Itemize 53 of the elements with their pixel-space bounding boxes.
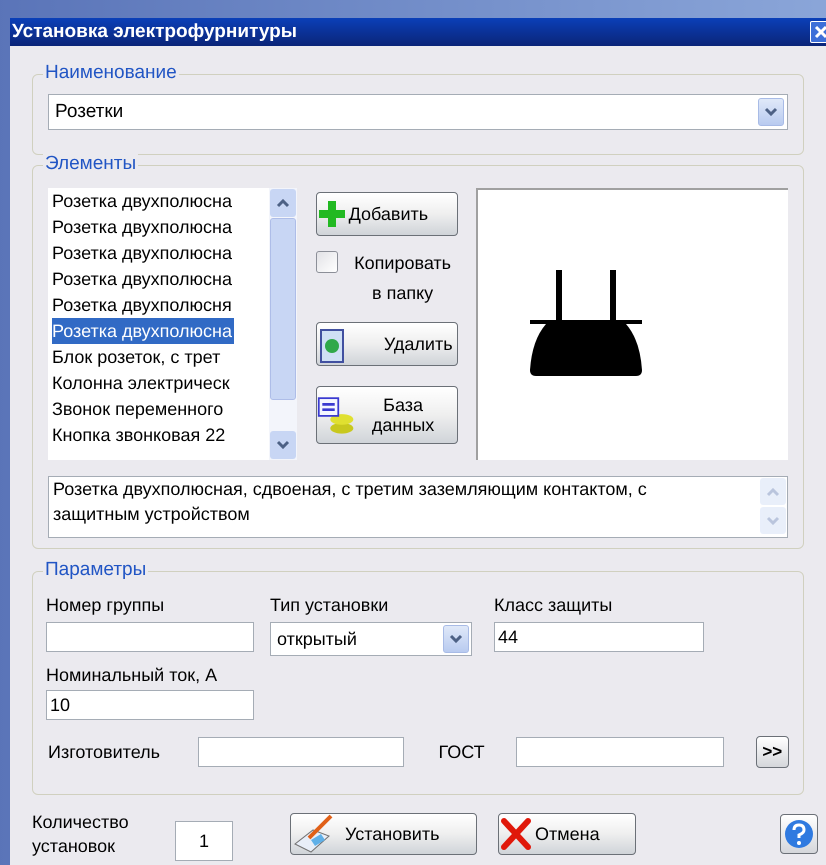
list-item[interactable]: Кнопка звонковая 22 bbox=[52, 422, 228, 448]
list-item[interactable]: Розетка двухполюсна bbox=[52, 214, 234, 240]
close-button[interactable] bbox=[810, 21, 826, 43]
install-type-dropdown[interactable]: открытый bbox=[270, 622, 472, 656]
close-icon bbox=[814, 25, 826, 39]
database-button[interactable]: База данных bbox=[316, 386, 458, 444]
window-title: Установка электрофурнитуры bbox=[12, 20, 297, 44]
list-item[interactable]: Розетка двухполюсна bbox=[52, 266, 234, 292]
rated-current-field[interactable]: 10 bbox=[46, 690, 254, 720]
plus-icon bbox=[316, 199, 347, 229]
scrollbar[interactable] bbox=[269, 188, 297, 460]
field-label: ГОСТ bbox=[438, 740, 486, 764]
name-dropdown[interactable]: Розетки bbox=[48, 94, 788, 130]
chevron-down-icon bbox=[449, 634, 463, 644]
add-button[interactable]: Добавить bbox=[316, 192, 458, 236]
list-item[interactable]: Розетка двухполюсна bbox=[52, 240, 234, 266]
cancel-x-icon bbox=[499, 817, 533, 851]
group-title: Параметры bbox=[43, 559, 148, 581]
description-text: Розетка двухполюсная, сдвоеная, с третим заземляющим контактом, с защитным устройством bbox=[53, 478, 648, 526]
list-item[interactable]: Блок розеток, с трет bbox=[52, 344, 222, 370]
chevron-up-icon bbox=[276, 198, 290, 208]
list-item[interactable]: Колонна электрическ bbox=[52, 370, 232, 396]
dropdown-button[interactable] bbox=[758, 98, 784, 126]
list-item[interactable]: Розетка двухполюсна bbox=[52, 188, 234, 214]
field-label: Номинальный ток, А bbox=[46, 664, 218, 686]
chevron-down-icon bbox=[766, 516, 780, 526]
field-label: Класс защиты bbox=[494, 594, 614, 616]
protection-class-field[interactable]: 44 bbox=[494, 622, 704, 652]
quantity-label: Количество установок bbox=[32, 811, 130, 858]
list-item[interactable]: Розетка двухполюсня bbox=[52, 292, 234, 318]
install-button[interactable]: Установить bbox=[290, 813, 477, 855]
cancel-button[interactable]: Отмена bbox=[498, 813, 636, 855]
dropdown-button[interactable] bbox=[443, 625, 469, 653]
quantity-field[interactable]: 1 bbox=[175, 821, 233, 861]
more-button[interactable]: >> bbox=[756, 736, 789, 768]
delete-button[interactable]: Удалить bbox=[316, 322, 458, 366]
list-item[interactable]: Розетка двухполюсна bbox=[52, 318, 234, 344]
help-button[interactable] bbox=[780, 814, 818, 854]
field-label: Номер группы bbox=[46, 594, 166, 616]
chevron-down-icon bbox=[764, 107, 778, 117]
group-number-field[interactable] bbox=[46, 622, 254, 652]
checkbox[interactable] bbox=[316, 251, 338, 273]
list-item[interactable]: Звонок переменного bbox=[52, 396, 226, 422]
chevron-down-icon bbox=[276, 440, 290, 450]
dropdown-value: открытый bbox=[277, 628, 357, 651]
field-label: Тип установки bbox=[270, 594, 390, 616]
help-icon bbox=[784, 819, 814, 849]
dropdown-value: Розетки bbox=[55, 100, 124, 124]
checkbox-label: Копировать в папку bbox=[353, 252, 452, 305]
chevron-up-icon bbox=[766, 486, 780, 496]
field-label: Изготовитель bbox=[47, 740, 161, 764]
gost-field[interactable] bbox=[516, 737, 724, 767]
manufacturer-field[interactable] bbox=[198, 737, 404, 767]
